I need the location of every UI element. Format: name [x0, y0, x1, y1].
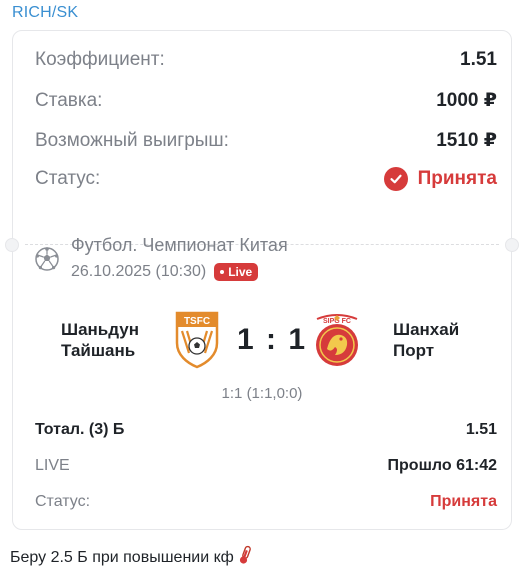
- status-badge: Принята: [383, 167, 497, 191]
- away-team-name: Шанхай Порт: [393, 319, 459, 361]
- market-status-label: Статус:: [35, 493, 91, 510]
- home-team-logo: TSFC: [173, 309, 221, 369]
- home-team-line1: Шаньдун: [61, 320, 139, 339]
- event-datetime-row: 26.10.2025 (10:30) Live: [71, 263, 259, 281]
- football-icon: [35, 247, 59, 271]
- sender-name[interactable]: RICH/SK: [12, 4, 78, 22]
- stake-row: Ставка: 1000 ₽: [35, 89, 497, 112]
- coef-value: 1.51: [460, 49, 497, 70]
- payout-label: Возможный выигрыш:: [35, 129, 229, 151]
- home-team-name: Шаньдун Тайшань: [61, 319, 139, 361]
- status-row: Статус: Принята: [35, 167, 497, 191]
- stake-value: 1000 ₽: [436, 90, 497, 111]
- live-dot-icon: [220, 270, 225, 274]
- market-status-row: Статус: Принята: [35, 493, 497, 511]
- market-name: Тотал. (3) Б: [35, 421, 125, 438]
- live-badge-label: Live: [228, 265, 253, 279]
- mode-row: LIVE Прошло 61:42: [35, 457, 497, 475]
- message-caption: Беру 2.5 Б при повышении кф: [10, 545, 252, 570]
- market-status-value: Принята: [430, 493, 497, 510]
- home-team-line2: Тайшань: [61, 341, 136, 360]
- match-score: 1 : 1: [237, 323, 308, 356]
- ticket-notch-left: [5, 238, 19, 252]
- event-datetime: 26.10.2025 (10:30): [71, 263, 207, 280]
- check-icon: [383, 167, 408, 191]
- elapsed-time: Прошло 61:42: [387, 457, 497, 474]
- bet-ticket-card: Коэффициент: 1.51 Ставка: 1000 ₽ Возможн…: [5, 30, 519, 530]
- ticket-notch-right: [505, 238, 519, 252]
- thermometer-icon: [238, 545, 252, 570]
- market-row: Тотал. (3) Б 1.51: [35, 421, 497, 439]
- event-title: Футбол. Чемпионат Китая: [71, 235, 288, 255]
- status-label: Статус:: [35, 168, 101, 189]
- coef-label: Коэффициент:: [35, 49, 165, 70]
- status-value: Принята: [417, 168, 497, 189]
- market-odds: 1.51: [465, 421, 497, 438]
- away-team-logo: SIPG FC: [311, 309, 363, 369]
- coef-row: Коэффициент: 1.51: [35, 49, 497, 71]
- home-logo-text: TSFC: [184, 316, 210, 327]
- live-badge: Live: [214, 263, 259, 281]
- away-team-line1: Шанхай: [393, 320, 460, 339]
- payout-row: Возможный выигрыш: 1510 ₽: [35, 129, 497, 152]
- mode-label: LIVE: [35, 457, 70, 474]
- payout-value: 1510 ₽: [436, 130, 497, 151]
- caption-text: Беру 2.5 Б при повышении кф: [10, 548, 234, 566]
- away-team-line2: Порт: [393, 341, 435, 360]
- stake-label: Ставка:: [35, 89, 103, 111]
- period-score: 1:1 (1:1,0:0): [221, 385, 303, 402]
